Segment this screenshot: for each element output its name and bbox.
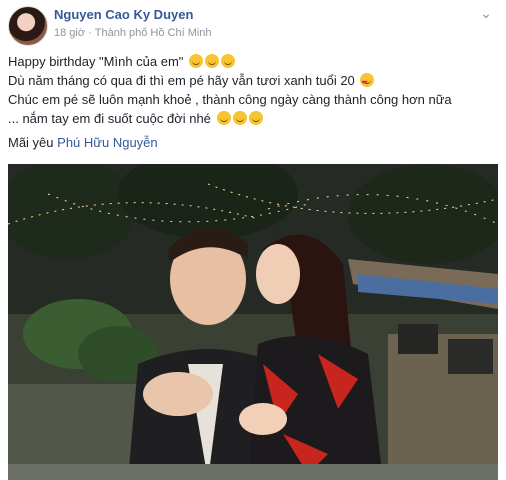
post-line-4: ... nắm tay em đi suốt cuộc đời nhé [8, 109, 498, 128]
heart-eyes-icon [360, 73, 375, 93]
facebook-post: Nguyen Cao Ky Duyen 18 giờ · Thành phố H… [0, 0, 506, 480]
author-avatar[interactable] [8, 6, 48, 46]
post-time[interactable]: 18 giờ [54, 27, 85, 39]
post-photo[interactable] [8, 164, 498, 480]
post-line-4-text: ... nắm tay em đi suốt cuộc đời nhé [8, 111, 211, 126]
smile-icon [232, 111, 247, 125]
grin-icon [221, 54, 236, 68]
post-meta: 18 giờ · Thành phố Hồ Chí Minh [54, 27, 212, 39]
grin-icon [189, 54, 204, 68]
meta-separator: · [88, 27, 92, 39]
post-line-1: Happy birthday "Mình của em" [8, 52, 498, 71]
post-mention-line: Mãi yêu Phú Hữu Nguyễn [8, 133, 498, 152]
smile-icon [248, 111, 263, 125]
post-line-3-text: Chúc em pé sẽ luôn mạnh khoẻ , thành côn… [8, 92, 452, 107]
post-line-2-text: Dù năm tháng có qua đi thì em pé hãy vẫn… [8, 73, 355, 88]
grin-icon [205, 54, 220, 68]
post-line-3: Chúc em pé sẽ luôn mạnh khoẻ , thành côn… [8, 90, 498, 109]
author-name[interactable]: Nguyen Cao Ky Duyen [54, 7, 193, 22]
more-options-icon[interactable]: ⌄ [476, 6, 496, 20]
location-link[interactable]: Thành phố Hồ Chí Minh [95, 27, 212, 39]
photo-illustration [8, 164, 498, 480]
mention-prefix: Mãi yêu [8, 135, 54, 150]
post-line-1-text: Happy birthday "Mình của em" [8, 54, 184, 69]
post-line-2: Dù năm tháng có qua đi thì em pé hãy vẫn… [8, 71, 498, 93]
post-text: Happy birthday "Mình của em" Dù năm thán… [8, 52, 498, 152]
mention-link[interactable]: Phú Hữu Nguyễn [57, 135, 157, 150]
smile-icon [216, 111, 231, 125]
